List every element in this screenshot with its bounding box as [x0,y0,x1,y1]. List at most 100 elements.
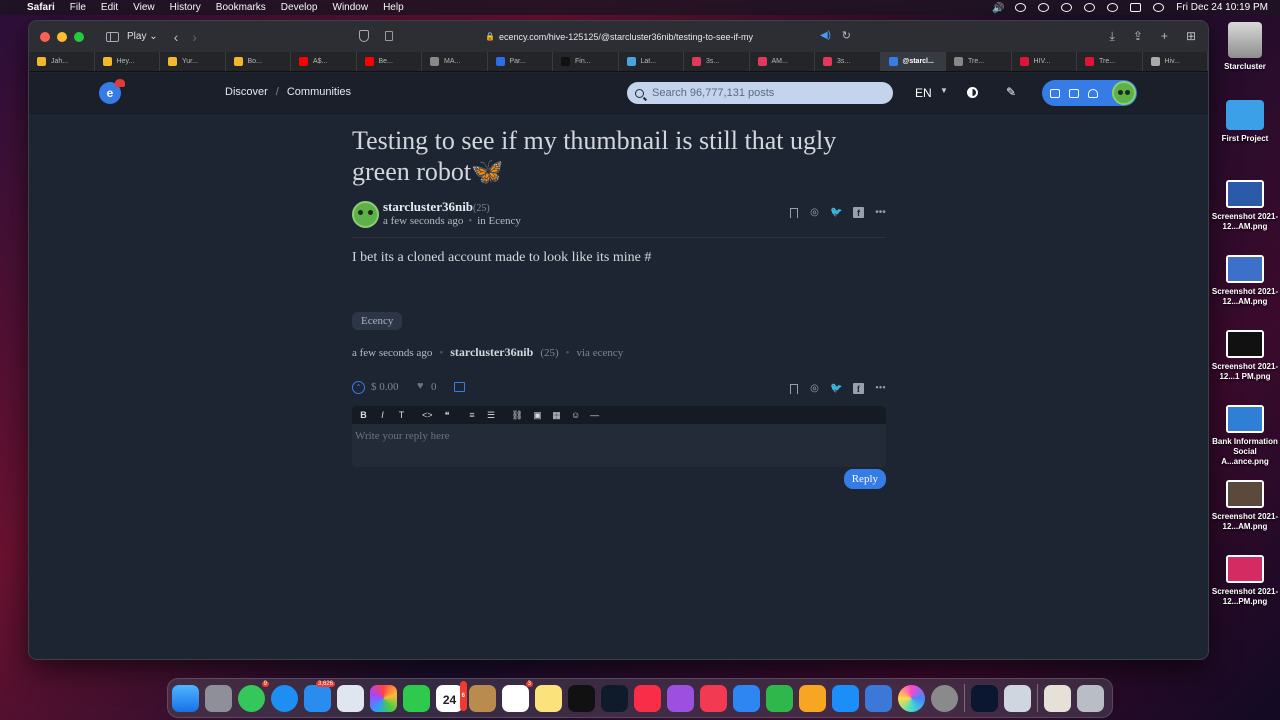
heading-icon[interactable]: T [397,410,406,420]
more-options-icon[interactable]: ••• [875,383,886,394]
menu-develop[interactable]: Develop [281,2,318,13]
browser-tab[interactable]: Par... [488,52,553,71]
desktop-icon[interactable]: First Project [1210,100,1280,144]
menu-file[interactable]: File [70,2,86,13]
launchpad-icon[interactable] [205,684,232,712]
close-window-button[interactable] [40,31,50,42]
spotlight-search-icon[interactable] [1107,3,1119,12]
menu-bookmarks[interactable]: Bookmarks [216,2,266,13]
browser-tab[interactable]: 3s... [684,52,750,71]
maps-icon[interactable] [337,684,364,712]
bell-icon[interactable] [1088,88,1098,98]
browser-tab[interactable]: Be... [357,52,422,71]
podcasts-icon[interactable] [667,684,694,712]
photos-icon[interactable] [370,684,397,712]
unordered-list-icon[interactable]: ☰ [487,410,496,421]
facetime-icon[interactable] [403,684,430,712]
messages-icon[interactable]: 9 [238,680,269,712]
browser-tab[interactable]: MA... [422,52,488,71]
communities-link[interactable]: Communities [287,86,351,98]
desktop-icon[interactable]: Bank Information Social A...ance.png [1210,405,1280,467]
reminders-icon[interactable]: 3 [502,680,533,712]
desktop-icon[interactable]: Starcluster [1210,22,1280,72]
safari-icon[interactable] [271,684,298,712]
downloads-icon[interactable]: ⤓ [1110,29,1115,44]
browser-tab[interactable]: Hey... [95,52,160,71]
browser-tab[interactable]: 3s... [815,52,881,71]
reddit-icon[interactable]: ◎ [809,207,820,218]
browser-tab[interactable]: AM... [750,52,815,71]
tab-overview-icon[interactable]: ⊞ [1186,29,1196,44]
discover-link[interactable]: Discover [225,86,268,98]
reddit-icon[interactable]: ◎ [809,383,820,394]
tab-group-button[interactable]: Play ⌄ [127,31,158,42]
browser-tab[interactable]: A$... [291,52,357,71]
browser-tab[interactable]: @starcl... [880,52,946,71]
back-icon[interactable]: ‹ [174,29,179,45]
italic-icon[interactable]: I [378,410,387,420]
reply-button[interactable]: Reply [843,469,886,489]
siri-app-icon[interactable] [898,684,925,712]
address-bar[interactable]: 🔒 ecency.com/hive-125125/@starcluster36n… [379,26,859,47]
write-post-icon[interactable]: ✎ [1006,85,1016,99]
author-name[interactable]: starcluster36nib(25) [383,199,490,215]
share-icon[interactable]: ⇪ [1133,29,1143,44]
divider-icon[interactable]: — [590,410,599,420]
search-input[interactable] [652,87,872,99]
menu-help[interactable]: Help [383,2,404,13]
tag-ecency[interactable]: Ecency [352,312,403,330]
language-selector[interactable]: EN [915,86,932,100]
upvote-icon[interactable]: ⌃ [352,381,365,394]
numbers-icon[interactable] [766,684,793,712]
keynote-icon[interactable] [733,684,760,712]
menu-window[interactable]: Window [333,2,369,13]
table-icon[interactable]: ▦ [552,410,561,421]
menu-view[interactable]: View [133,2,155,13]
desktop-icon[interactable]: Screenshot 2021-12...AM.png [1210,255,1280,307]
browser-tab[interactable]: Fin... [553,52,619,71]
minimize-window-button[interactable] [57,31,67,42]
sidebar-toggle-icon[interactable] [106,31,119,42]
facebook-icon[interactable]: f [853,207,864,218]
app-store-icon[interactable] [832,684,859,712]
browser-tab[interactable]: Tre... [1077,52,1143,71]
volume-icon[interactable]: 🔊 [992,3,1004,14]
prime-video-icon[interactable] [601,684,628,712]
image-icon[interactable]: ▣ [533,410,542,421]
post-timestamp[interactable]: a few seconds ago [383,215,463,227]
ordered-list-icon[interactable]: ≡ [468,410,477,420]
browser-tab[interactable]: Hiv... [1143,52,1208,71]
code-icon[interactable]: <> [422,410,433,420]
app-menu[interactable]: Safari [27,2,55,13]
new-tab-icon[interactable]: + [1161,29,1168,44]
audio-playing-icon[interactable]: ◀) [820,30,831,41]
privacy-shield-icon[interactable] [359,30,369,42]
footer-timestamp[interactable]: a few seconds ago [352,347,432,359]
link-icon[interactable]: ⛓ [512,410,523,421]
affinity-icon[interactable] [971,684,998,712]
quote-icon[interactable]: ❝ [443,410,452,421]
reload-icon[interactable]: ↻ [842,29,851,42]
xcode-icon[interactable] [865,684,892,712]
notes-icon[interactable] [535,684,562,712]
twitter-icon[interactable]: 🐦 [830,383,842,394]
browser-tab[interactable]: Yur... [160,52,226,71]
music-icon[interactable] [634,684,661,712]
bold-icon[interactable]: B [359,410,368,420]
more-options-icon[interactable]: ••• [875,207,886,218]
bookmark-icon[interactable] [790,207,798,218]
theme-toggle-icon[interactable] [967,87,978,98]
browser-tab[interactable]: Jah... [29,52,95,71]
desktop-icon[interactable]: Screenshot 2021-12...AM.png [1210,480,1280,532]
mail-icon[interactable]: 3,626 [304,680,335,712]
search-box[interactable] [627,82,893,104]
menu-history[interactable]: History [170,2,201,13]
user-menu[interactable] [1042,80,1137,106]
apple-tv-icon[interactable] [568,684,595,712]
clock[interactable]: Fri Dec 24 10:19 PM [1176,2,1268,13]
footer-author[interactable]: starcluster36nib [450,345,533,360]
payout-amount[interactable]: $ 0.00 [371,381,399,393]
news-icon[interactable] [700,684,727,712]
tip-icon[interactable] [454,382,465,392]
downloads-stack-icon[interactable] [1044,684,1071,712]
